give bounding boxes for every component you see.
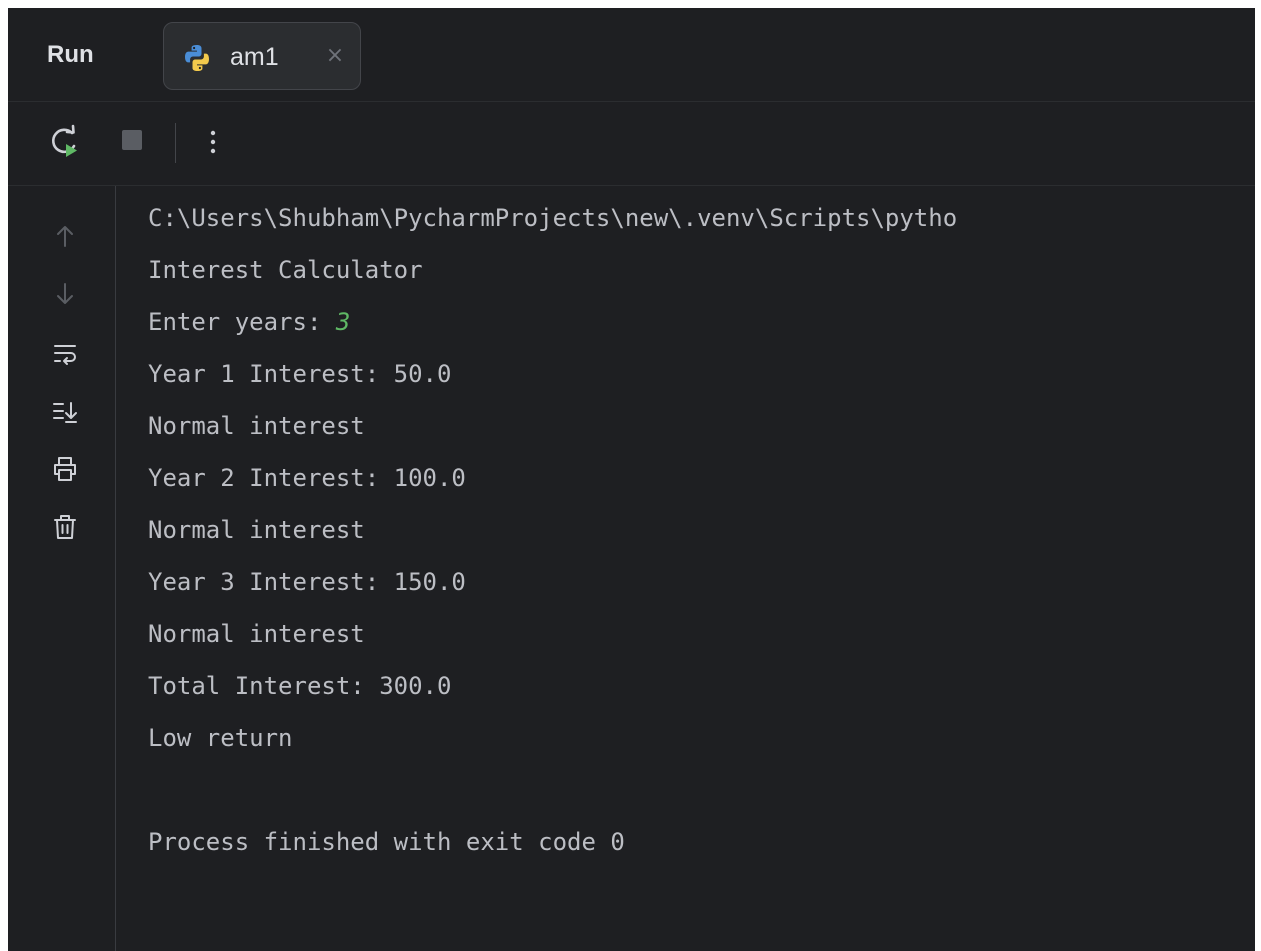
toolbar-separator [175,123,176,163]
tab-am1[interactable]: am1 × [163,22,361,90]
rerun-button[interactable] [48,124,84,160]
prompt-text: Enter years: [148,308,336,336]
python-icon [185,45,209,71]
rerun-icon [52,124,77,157]
close-icon[interactable]: × [321,42,349,70]
run-window-title: Run [47,41,94,68]
console-line-year1: Year 1 Interest: 50.0 [148,360,452,388]
console-line-year2-note: Normal interest [148,516,365,544]
run-toolbar [8,102,1255,186]
print-icon[interactable] [50,454,80,484]
scroll-to-end-icon[interactable] [50,396,80,426]
console-line-command: C:\Users\Shubham\PycharmProjects\new\.ve… [148,204,958,232]
more-options-button[interactable] [198,122,228,162]
console-line-year3-note: Normal interest [148,620,365,648]
tab-label: am1 [230,43,279,71]
console-line-year3: Year 3 Interest: 150.0 [148,568,466,596]
more-vertical-icon [210,130,216,154]
run-window-header: Run am1 × [8,8,1255,102]
screenshot-page: Run am1 × C:\Users\Shubham\PycharmProjec… [0,0,1261,951]
stop-icon [122,130,142,150]
trash-icon[interactable] [50,512,80,542]
console-line-exit: Process finished with exit code 0 [148,828,625,856]
arrow-up-icon[interactable] [50,221,80,251]
run-tool-window: Run am1 × C:\Users\Shubham\PycharmProjec… [8,8,1255,951]
stop-button[interactable] [118,126,148,156]
console-line-prompt: Enter years: 3 [148,304,350,340]
console-gutter [8,186,116,951]
console-line-title: Interest Calculator [148,256,423,284]
console-output[interactable]: C:\Users\Shubham\PycharmProjects\new\.ve… [148,194,1255,951]
user-input-value: 3 [335,308,351,336]
console-line-year2: Year 2 Interest: 100.0 [148,464,466,492]
console-line-total: Total Interest: 300.0 [148,672,452,700]
soft-wrap-icon[interactable] [50,338,80,368]
console-line-year1-note: Normal interest [148,412,365,440]
console-line-verdict: Low return [148,724,293,752]
arrow-down-icon[interactable] [50,279,80,309]
